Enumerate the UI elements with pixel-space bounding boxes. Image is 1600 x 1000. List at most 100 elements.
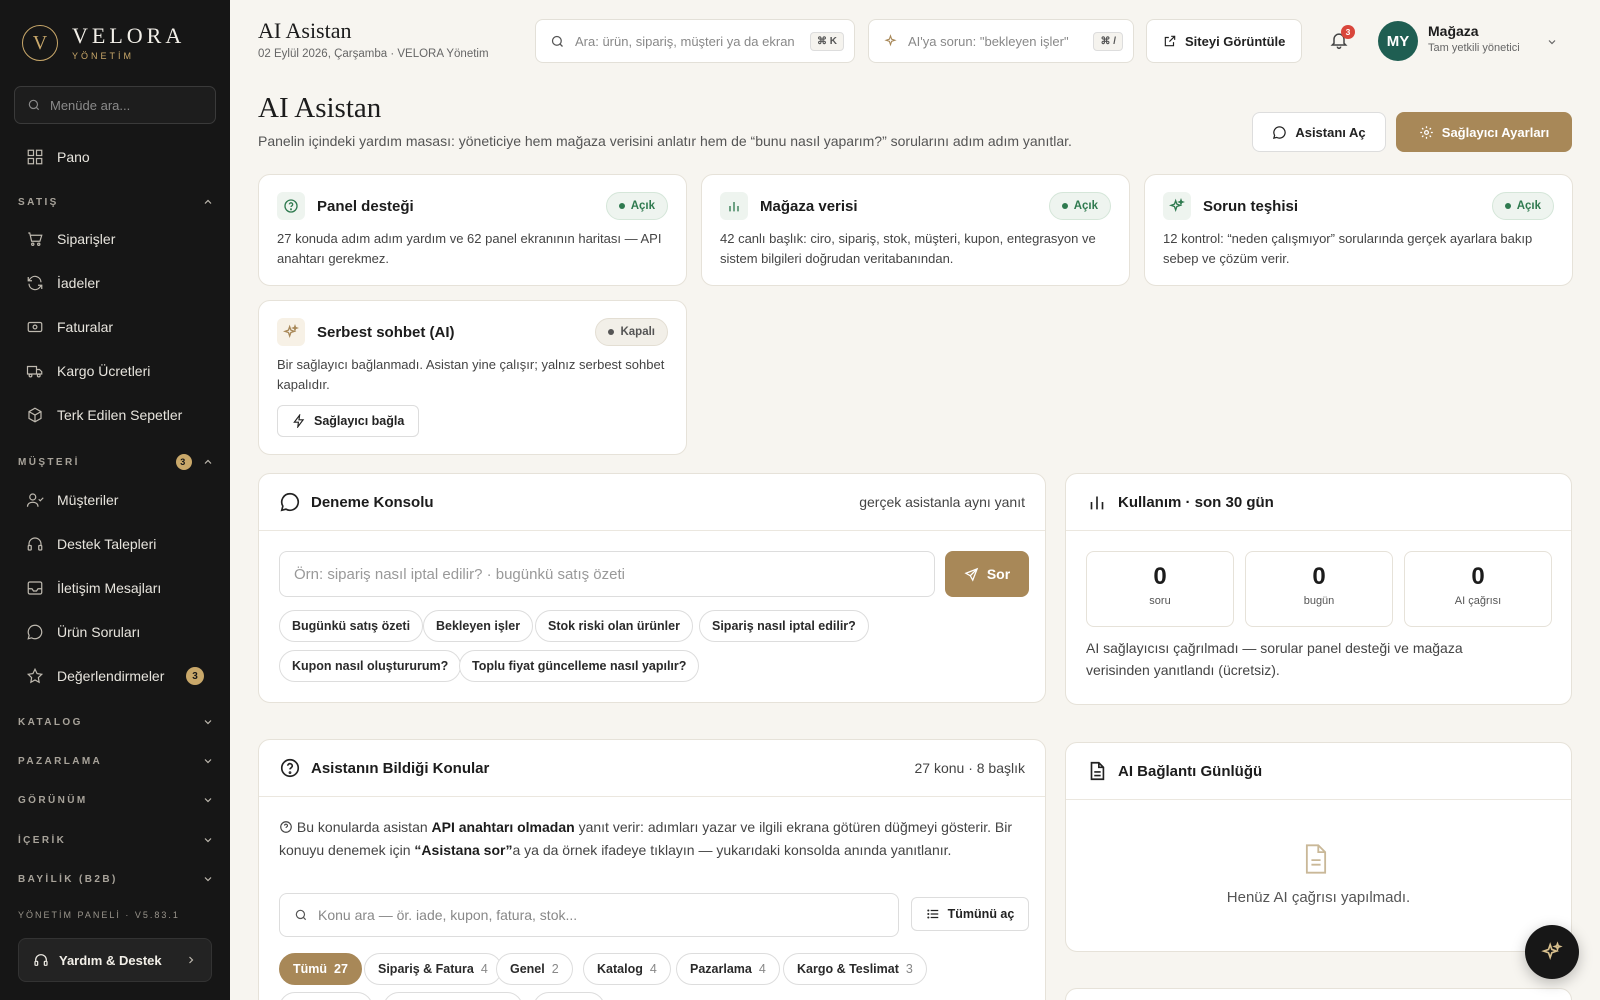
sidebar-item-customers[interactable]: Müşteriler xyxy=(14,482,216,518)
menu-search-input[interactable]: Menüde ara... xyxy=(14,86,216,124)
avatar[interactable]: MY xyxy=(1378,21,1418,61)
section-label: GÖRÜNÜM xyxy=(18,794,88,806)
suggestion-chip[interactable]: Toplu fiyat güncelleme nasıl yapılır? xyxy=(459,650,700,682)
sidebar-item-returns[interactable]: İadeler xyxy=(14,265,216,301)
brand-subtitle: YÖNETİM xyxy=(72,51,135,61)
suggestion-chip[interactable]: Bekleyen işler xyxy=(423,610,534,642)
feature-title: Sorun teşhisi xyxy=(1203,198,1299,215)
bar-chart-icon xyxy=(1086,491,1108,513)
topic-filter-chip[interactable] xyxy=(533,992,605,1000)
sidebar-item-orders[interactable]: Siparişler xyxy=(14,221,216,257)
console-question-input[interactable]: Örn: sipariş nasıl iptal edilir? · bugün… xyxy=(279,551,935,597)
sparkle-icon xyxy=(1541,941,1563,963)
feature-description: 27 konuda adım adım yardım ve 62 panel e… xyxy=(277,231,662,266)
panel-title: Deneme Konsolu xyxy=(311,493,434,511)
ask-button[interactable]: Sor xyxy=(945,551,1029,597)
stat-label: bugün xyxy=(1303,595,1335,607)
section-label: SATIŞ xyxy=(18,196,59,208)
chevron-down-icon[interactable] xyxy=(1546,36,1558,48)
topic-filter-chip[interactable]: Sipariş & Fatura 4 xyxy=(364,953,502,985)
topic-filter-chip[interactable] xyxy=(279,992,373,1000)
sidebar-item-label: Destek Talepleri xyxy=(57,536,157,552)
search-icon xyxy=(27,98,41,112)
sparkle-icon xyxy=(883,33,898,49)
expand-all-button[interactable]: Tümünü aç xyxy=(911,897,1029,931)
section-sales[interactable]: SATIŞ xyxy=(18,192,214,212)
topics-panel: Asistanın Bildiği Konular 27 konu · 8 ba… xyxy=(258,739,1046,1000)
stat-value: 0 xyxy=(1153,563,1167,590)
section-catalog[interactable]: KATALOG xyxy=(18,712,214,732)
status-label: Kapalı xyxy=(620,326,655,338)
topic-filter-chip[interactable]: Pazarlama 4 xyxy=(676,953,780,985)
brand-logo: V xyxy=(22,25,58,61)
panel-title: Asistanın Bildiği Konular xyxy=(311,759,490,777)
help-circle-icon xyxy=(277,192,305,220)
status-label: Açık xyxy=(1516,200,1541,212)
assistant-fab-button[interactable] xyxy=(1525,925,1579,979)
suggestion-chip[interactable]: Kupon nasıl oluştururum? xyxy=(279,650,462,682)
sidebar-item-product-questions[interactable]: Ürün Soruları xyxy=(14,614,216,650)
provider-settings-button[interactable]: Sağlayıcı Ayarları xyxy=(1396,112,1572,152)
topic-filter-chip[interactable]: Genel 2 xyxy=(496,953,573,985)
filter-label: Tümü xyxy=(293,962,328,976)
ai-log-panel: AI Bağlantı Günlüğü Henüz AI çağrısı yap… xyxy=(1065,742,1572,952)
brand[interactable]: V VELORA YÖNETİM xyxy=(0,0,230,86)
help-support-button[interactable]: Yardım & Destek xyxy=(18,938,212,982)
section-b2b[interactable]: BAYİLİK (B2B) xyxy=(18,869,214,889)
stat-card: 0 AI çağrısı xyxy=(1404,551,1552,627)
sidebar-item-contact-messages[interactable]: İletişim Mesajları xyxy=(14,570,216,606)
ai-ask-placeholder: AI'ya sorun: "bekleyen işler" xyxy=(908,33,1069,49)
sidebar-item-shipping-fees[interactable]: Kargo Ücretleri xyxy=(14,353,216,389)
feature-title: Mağaza verisi xyxy=(760,198,858,215)
open-assistant-button[interactable]: Asistanı Aç xyxy=(1252,112,1386,152)
document-icon xyxy=(1086,760,1108,782)
view-site-label: Siteyi Görüntüle xyxy=(1185,33,1286,49)
sidebar-item-reviews[interactable]: Değerlendirmeler 3 xyxy=(14,658,216,694)
status-label: Açık xyxy=(1073,200,1098,212)
status-badge: Kapalı xyxy=(595,318,668,346)
status-badge: Açık xyxy=(1048,192,1111,220)
view-site-button[interactable]: Siteyi Görüntüle xyxy=(1146,19,1303,63)
suggestion-chip[interactable]: Sipariş nasıl iptal edilir? xyxy=(699,610,869,642)
section-marketing[interactable]: PAZARLAMA xyxy=(18,751,214,771)
filter-count: 4 xyxy=(649,962,657,976)
topic-filter-chip[interactable]: Tümü 27 xyxy=(279,953,362,985)
suggestion-chip[interactable]: Bugünkü satış özeti xyxy=(279,610,424,642)
chevron-down-icon xyxy=(202,716,214,728)
document-icon xyxy=(1302,843,1330,875)
filter-count: 27 xyxy=(334,962,348,976)
section-appearance[interactable]: GÖRÜNÜM xyxy=(18,790,214,810)
section-content[interactable]: İÇERİK xyxy=(18,830,214,850)
topic-filter-chip[interactable]: Kargo & Teslimat 3 xyxy=(783,953,927,985)
menu-search-placeholder: Menüde ara... xyxy=(50,97,131,113)
sparkle-icon xyxy=(1163,192,1191,220)
stat-value: 0 xyxy=(1312,563,1326,590)
topic-filter-chip[interactable]: Katalog 4 xyxy=(583,953,671,985)
global-search-input[interactable]: Ara: ürün, sipariş, müşteri ya da ekran … xyxy=(535,19,855,63)
sidebar-item-invoices[interactable]: Faturalar xyxy=(14,309,216,345)
chevron-up-icon xyxy=(202,196,214,208)
topic-search-input[interactable]: Konu ara — ör. iade, kupon, fatura, stok… xyxy=(279,893,899,937)
filter-label: Pazarlama xyxy=(690,962,752,976)
topics-intro: Bu konularda asistan API anahtarı olmada… xyxy=(279,816,1019,862)
topic-filter-chip[interactable] xyxy=(383,992,523,1000)
sidebar-item-label: Terk Edilen Sepetler xyxy=(57,407,183,423)
user-name[interactable]: Mağaza xyxy=(1428,23,1479,39)
feature-description: 12 kontrol: “neden çalışmıyor” soruların… xyxy=(1163,231,1533,266)
suggestion-chip[interactable]: Stok riski olan ürünler xyxy=(535,610,693,642)
status-badge: Açık xyxy=(605,192,668,220)
grid-icon xyxy=(26,148,44,166)
sidebar-item-dashboard[interactable]: Pano xyxy=(14,139,216,175)
chevron-right-icon xyxy=(185,954,197,966)
chat-bubble-icon xyxy=(1272,125,1287,140)
sidebar-item-abandoned-carts[interactable]: Terk Edilen Sepetler xyxy=(14,397,216,433)
sidebar-item-label: İadeler xyxy=(57,275,100,291)
box-icon xyxy=(26,406,44,424)
test-console-panel: Deneme Konsolu gerçek asistanla aynı yan… xyxy=(258,473,1046,703)
section-customer[interactable]: MÜŞTERİ 3 xyxy=(18,452,214,472)
ai-ask-input[interactable]: AI'ya sorun: "bekleyen işler" ⌘ / xyxy=(868,19,1134,63)
section-label: MÜŞTERİ xyxy=(18,456,80,468)
connect-provider-button[interactable]: Sağlayıcı bağla xyxy=(277,405,420,437)
sidebar-item-support-tickets[interactable]: Destek Talepleri xyxy=(14,526,216,562)
headset-icon xyxy=(26,535,44,553)
